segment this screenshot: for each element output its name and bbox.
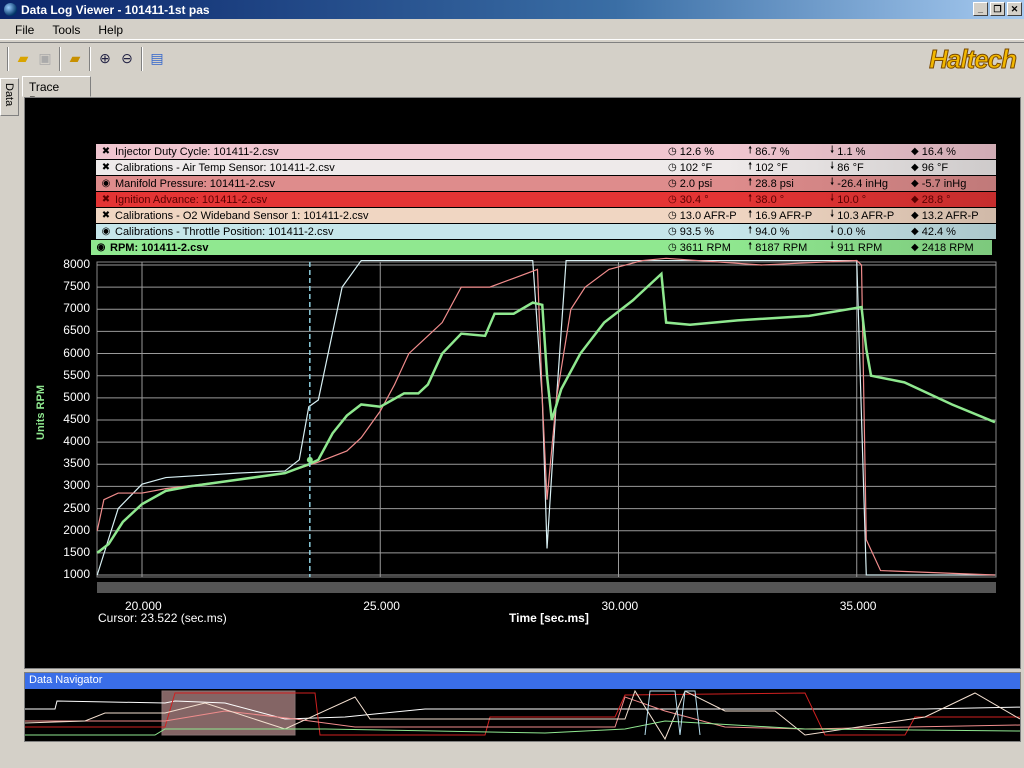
navigator-selection[interactable] — [161, 690, 296, 736]
x-tick-label: 25.000 — [363, 599, 400, 613]
cursor-marker — [306, 456, 313, 463]
x-tick-label: 20.000 — [125, 599, 162, 613]
x-axis-label: Time [sec.ms] — [509, 611, 589, 625]
navigator-overview[interactable] — [24, 689, 1024, 741]
cursor-readout: Cursor: 23.522 (sec.ms) — [98, 611, 227, 625]
navigator-title: Data Navigator — [25, 673, 1020, 689]
data-navigator[interactable]: Data Navigator — [24, 672, 1024, 742]
x-tick-label: 30.000 — [601, 599, 639, 613]
trace-chart[interactable] — [0, 0, 1024, 768]
x-tick-label: 35.000 — [839, 599, 877, 613]
horizontal-scrollbar[interactable] — [97, 582, 996, 593]
